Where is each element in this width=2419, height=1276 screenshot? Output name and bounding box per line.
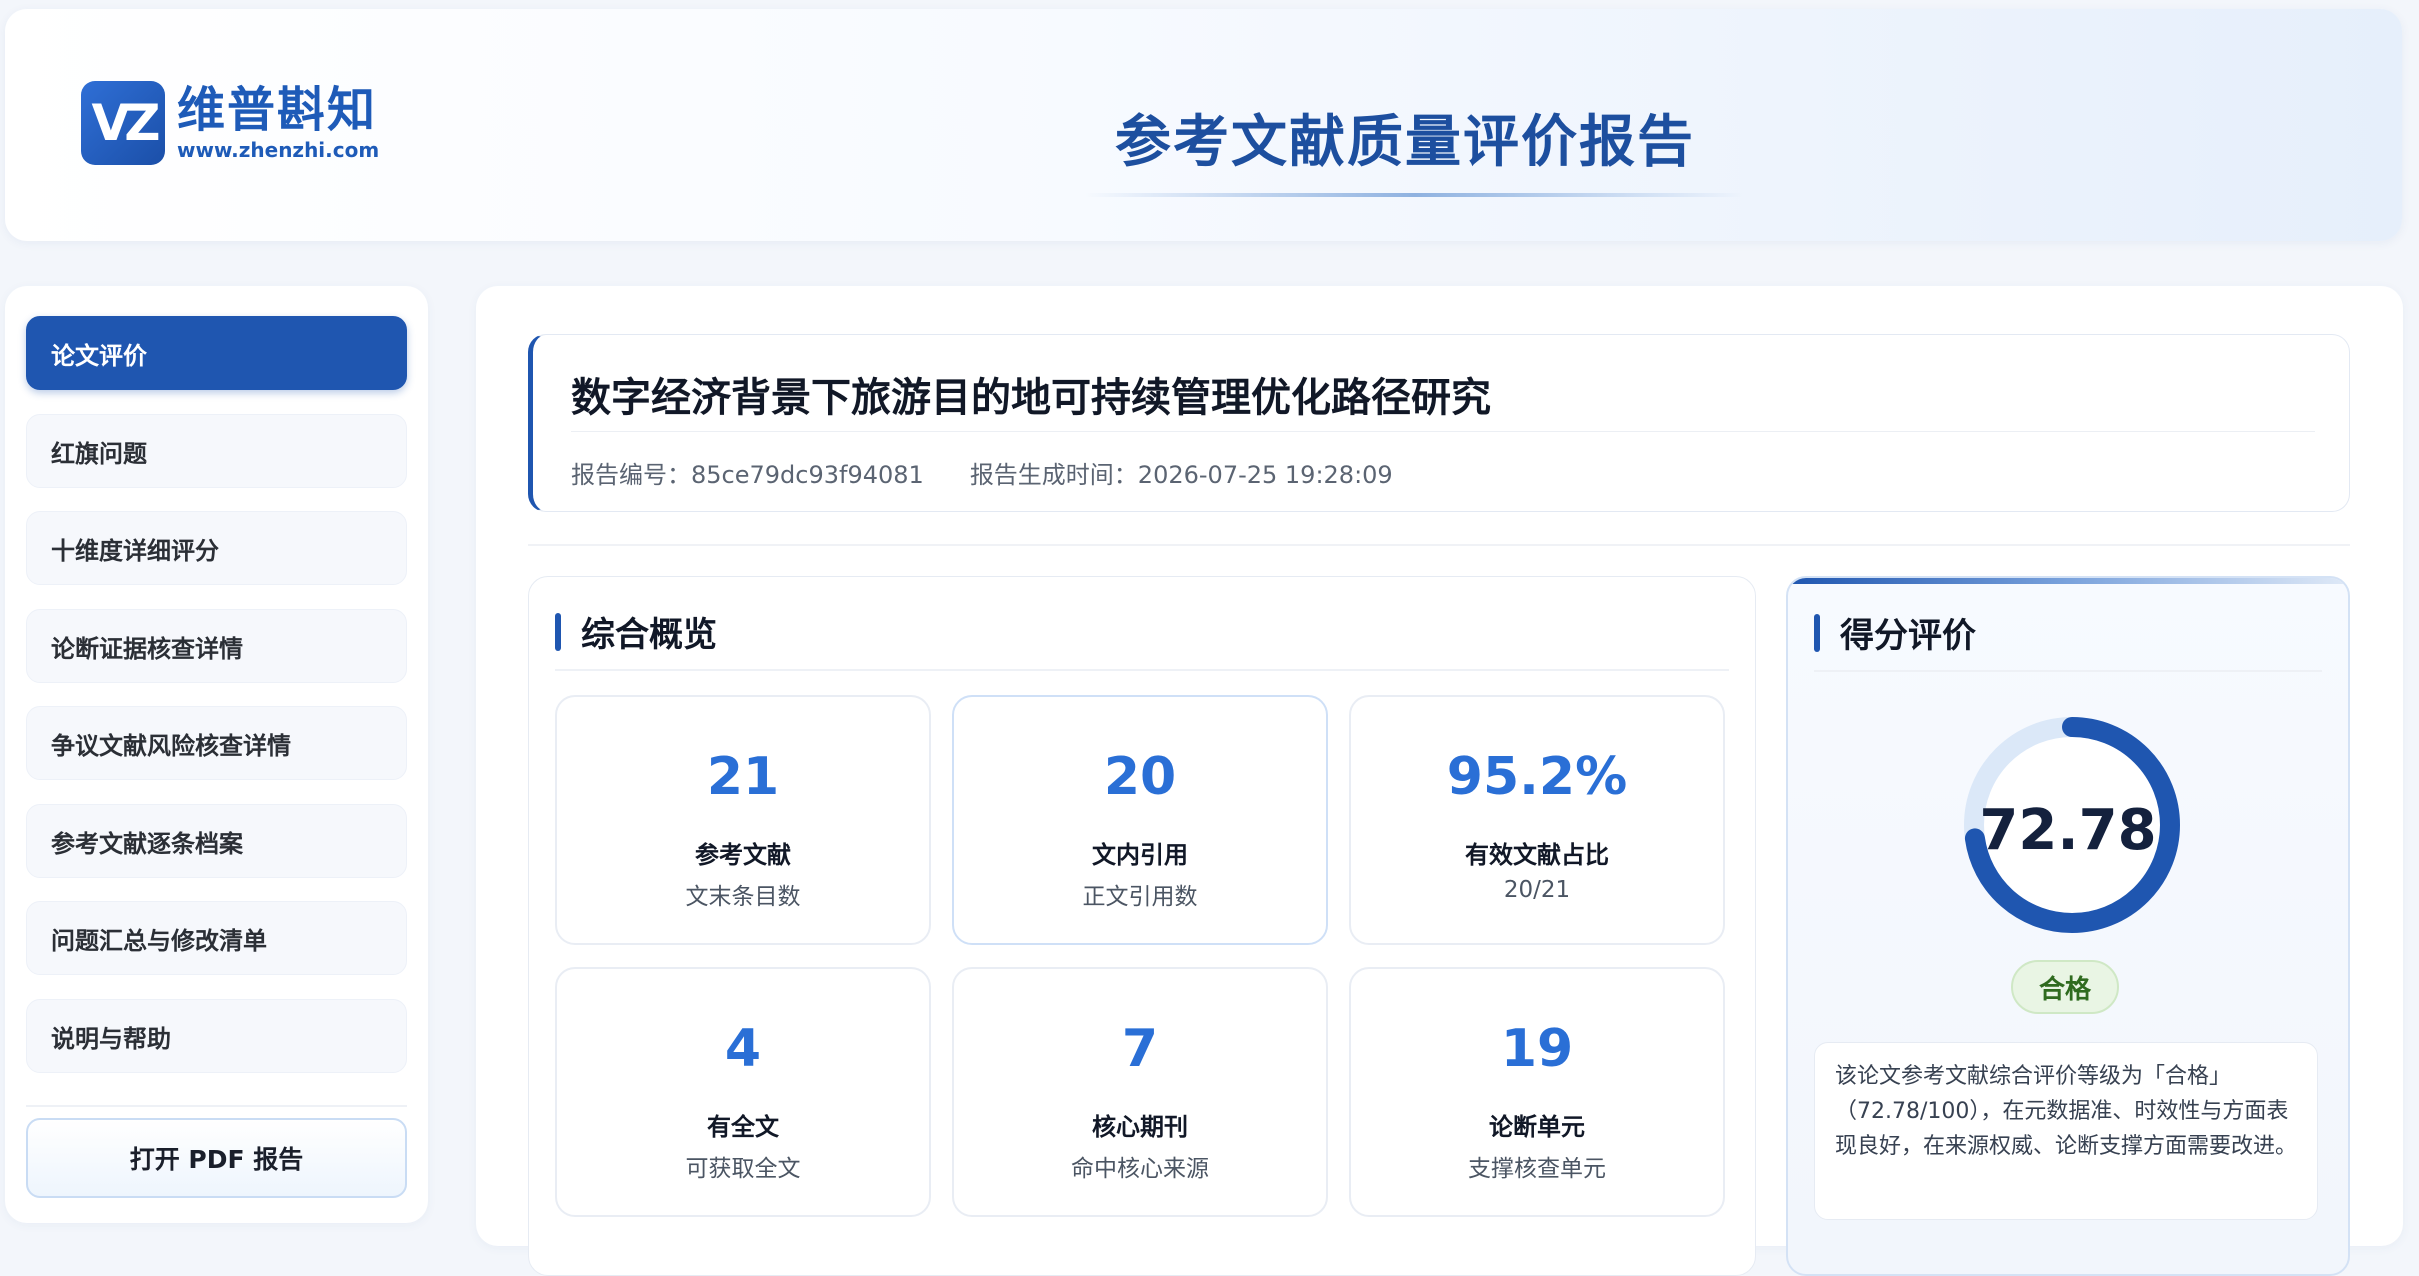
stat-sub: 可获取全文 bbox=[685, 1156, 801, 1182]
overview-panel: 综合概览 21 参考文献 文末条目数 20 文内引用 正文引用数 95.2% 有… bbox=[528, 576, 1756, 1276]
stat-label: 参考文献 bbox=[695, 841, 791, 869]
logo-url: www.zhenzhi.com bbox=[177, 138, 380, 163]
stat-card-in-text-citations: 20 文内引用 正文引用数 bbox=[952, 695, 1328, 945]
score-value: 72.78 bbox=[1979, 798, 2157, 863]
brand-logo[interactable]: VZ 维普斟知 www.zhenzhi.com bbox=[81, 81, 379, 165]
sidebar-divider bbox=[26, 1105, 407, 1107]
stat-value: 7 bbox=[1121, 1019, 1159, 1079]
logo-name: 维普斟知 bbox=[177, 81, 378, 138]
sidebar-item-red-flags[interactable]: 红旗问题 bbox=[26, 414, 407, 488]
stat-value: 21 bbox=[706, 747, 780, 807]
score-divider bbox=[1814, 670, 2322, 672]
sidebar-item-paper-evaluation[interactable]: 论文评价 bbox=[26, 316, 407, 390]
stat-sub: 正文引用数 bbox=[1082, 884, 1198, 910]
grade-badge: 合格 bbox=[2011, 960, 2119, 1014]
sidebar-item-reference-archive[interactable]: 参考文献逐条档案 bbox=[26, 804, 407, 878]
stat-card-claim-units: 19 论断单元 支撑核查单元 bbox=[1349, 967, 1725, 1217]
page-title: 参考文献质量评价报告 bbox=[1115, 110, 1695, 175]
sidebar-item-ten-dimension-scores[interactable]: 十维度详细评分 bbox=[26, 511, 407, 585]
open-pdf-report-button[interactable]: 打开 PDF 报告 bbox=[26, 1118, 407, 1198]
section-accent-bar bbox=[1814, 613, 1820, 652]
sidebar-item-claim-evidence-check[interactable]: 论断证据核查详情 bbox=[26, 609, 407, 683]
stat-card-references: 21 参考文献 文末条目数 bbox=[555, 695, 931, 945]
stat-label: 有全文 bbox=[707, 1113, 779, 1141]
score-description: 该论文参考文献综合评价等级为「合格」（72.78/100），在元数据准、时效性与… bbox=[1814, 1042, 2318, 1220]
stat-sub: 20/21 bbox=[1503, 877, 1571, 903]
section-divider bbox=[528, 544, 2350, 546]
stat-sub: 命中核心来源 bbox=[1071, 1156, 1209, 1182]
paper-info-card: 数字经济背景下旅游目的地可持续管理优化路径研究 报告编号：85ce79dc93f… bbox=[528, 334, 2350, 512]
stat-label: 论断单元 bbox=[1489, 1113, 1585, 1141]
stat-label: 有效文献占比 bbox=[1465, 841, 1609, 869]
stat-card-valid-ratio: 95.2% 有效文献占比 20/21 bbox=[1349, 695, 1725, 945]
sidebar-item-issue-summary[interactable]: 问题汇总与修改清单 bbox=[26, 901, 407, 975]
stat-sub: 文末条目数 bbox=[685, 884, 801, 910]
overview-title: 综合概览 bbox=[581, 615, 717, 655]
title-underline bbox=[1085, 193, 1745, 197]
stat-value: 4 bbox=[724, 1019, 762, 1079]
sidebar-nav: 论文评价 红旗问题 十维度详细评分 论断证据核查详情 争议文献风险核查详情 参考… bbox=[5, 286, 428, 1223]
section-accent-bar bbox=[555, 612, 561, 651]
stat-label: 核心期刊 bbox=[1092, 1113, 1188, 1141]
stat-label: 文内引用 bbox=[1092, 841, 1188, 869]
paper-title: 数字经济背景下旅游目的地可持续管理优化路径研究 bbox=[571, 375, 1491, 421]
score-panel: 得分评价 72.78 合格 该论文参考文献综合评价等级为「合格」（72.78/1… bbox=[1786, 576, 2350, 1276]
overview-divider bbox=[555, 669, 1729, 671]
score-panel-accent bbox=[1788, 578, 2348, 584]
report-generated-time: 报告生成时间：2026-07-25 19:28:09 bbox=[969, 461, 1393, 489]
report-header: VZ 维普斟知 www.zhenzhi.com 参考文献质量评价报告 bbox=[5, 9, 2402, 241]
stat-card-full-text: 4 有全文 可获取全文 bbox=[555, 967, 931, 1217]
sidebar-item-controversial-risk-check[interactable]: 争议文献风险核查详情 bbox=[26, 706, 407, 780]
stat-card-core-journals: 7 核心期刊 命中核心来源 bbox=[952, 967, 1328, 1217]
stat-value: 19 bbox=[1500, 1019, 1574, 1079]
logo-mark-icon: VZ bbox=[81, 81, 165, 165]
paper-meta: 报告编号：85ce79dc93f94081 报告生成时间：2026-07-25 1… bbox=[571, 455, 1393, 490]
report-id: 报告编号：85ce79dc93f94081 bbox=[571, 461, 924, 489]
paper-divider bbox=[571, 431, 2315, 432]
sidebar-item-help[interactable]: 说明与帮助 bbox=[26, 999, 407, 1073]
stat-value: 95.2% bbox=[1446, 747, 1628, 807]
stat-value: 20 bbox=[1103, 747, 1177, 807]
score-title: 得分评价 bbox=[1840, 616, 1976, 656]
stat-sub: 支撑核查单元 bbox=[1468, 1156, 1606, 1182]
main-content: 数字经济背景下旅游目的地可持续管理优化路径研究 报告编号：85ce79dc93f… bbox=[476, 286, 2403, 1276]
